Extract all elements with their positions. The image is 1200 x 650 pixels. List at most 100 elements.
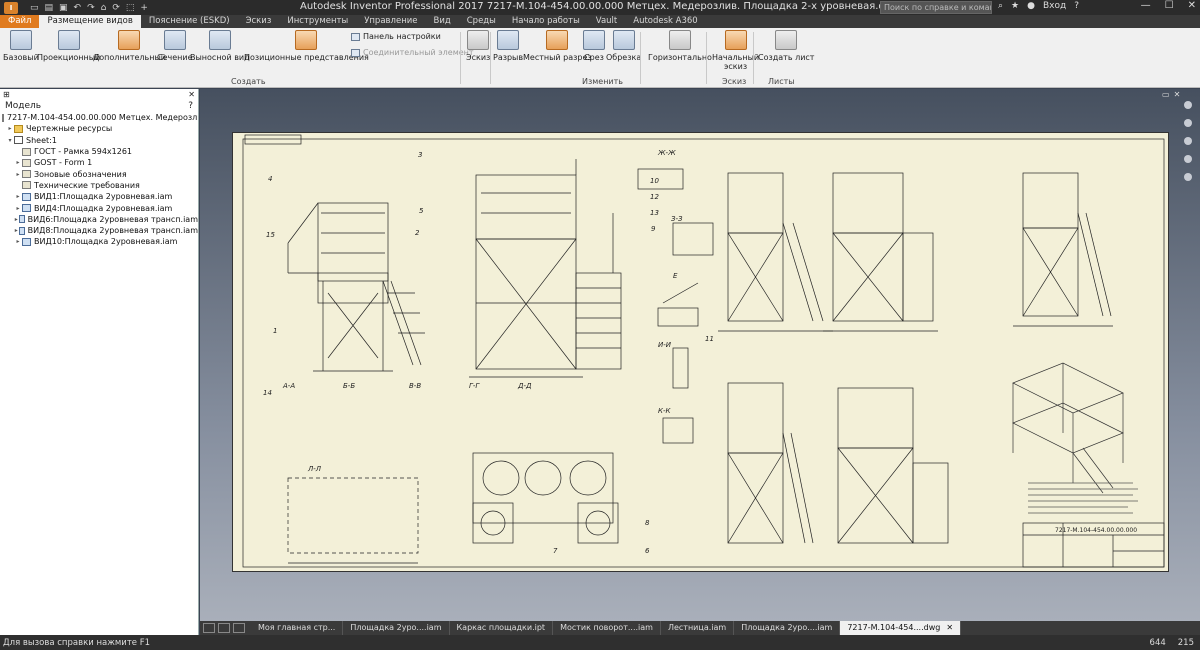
browser-node[interactable]: ▸ GOST - Form 1: [0, 157, 198, 168]
browser-node-label: ГОСТ - Рамка 594x1261: [34, 147, 133, 157]
sketch-button[interactable]: Эскиз: [466, 30, 490, 62]
doc-tab-drawing[interactable]: 7217-М.104-454....dwg ✕: [840, 621, 962, 635]
expander-icon[interactable]: ▸: [14, 171, 22, 178]
browser-node[interactable]: ▸ Чертежные ресурсы: [0, 123, 198, 134]
tab-sketch[interactable]: Эскиз: [238, 15, 280, 28]
connector-icon: [351, 48, 360, 57]
zoom-all-icon[interactable]: [1184, 155, 1192, 163]
browser-node[interactable]: ▸ ВИД6:Площадка 2уровневая трансп.iam: [0, 214, 198, 225]
expander-icon[interactable]: ▸: [14, 238, 22, 245]
crop-button[interactable]: Обрезка: [606, 30, 641, 62]
user-icon[interactable]: ●: [1027, 1, 1035, 11]
drawing-sheet[interactable]: А-А Б-Б В-В Г-Г Д-Д Л-Л Ж-Ж З-З И-И К-К …: [232, 132, 1169, 572]
tab-place-views[interactable]: Размещение видов: [39, 15, 141, 28]
horizontal-align-button[interactable]: Горизонтально: [648, 30, 712, 62]
full-nav-wheel-icon[interactable]: [1184, 101, 1192, 109]
minimize-button[interactable]: —: [1141, 0, 1151, 11]
doc-tab-frame-part[interactable]: Каркас площадки.ipt: [450, 621, 554, 635]
browser-node[interactable]: ▸ ВИД1:Площадка 2уровневая.iam: [0, 191, 198, 202]
browser-help-icon[interactable]: ?: [188, 101, 193, 111]
help-search-input[interactable]: Поиск по справке и командам: [880, 1, 992, 14]
doc-tab-platform-asm-2[interactable]: Площадка 2уро....iam: [734, 621, 841, 635]
label-ll: Л-Л: [307, 465, 322, 473]
tab-annotate[interactable]: Пояснение (ESKD): [141, 15, 238, 28]
doc-tab-home[interactable]: Моя главная стр...: [251, 621, 344, 635]
cascade-windows-icon[interactable]: [218, 623, 230, 633]
browser-node[interactable]: Технические требования: [0, 180, 198, 191]
projected-view-button[interactable]: Проекционный: [37, 30, 100, 62]
quick-access-toolbar: ▭ ▤ ▣ ↶ ↷ ⌂ ⟳ ⬚ +: [30, 3, 148, 13]
expander-icon[interactable]: ▸: [14, 205, 22, 212]
label-kk: К-К: [658, 407, 671, 415]
browser-node[interactable]: ▸ ВИД4:Площадка 2уровневая.iam: [0, 202, 198, 213]
tab-a360[interactable]: Autodesk A360: [625, 15, 705, 28]
expander-icon[interactable]: ▸: [14, 193, 22, 200]
close-button[interactable]: ✕: [1188, 0, 1196, 11]
base-view-button[interactable]: Базовый: [3, 30, 39, 62]
browser-filter-icon[interactable]: ⊞: [3, 90, 10, 99]
doc-icon: [22, 147, 31, 156]
zoom-icon[interactable]: [1184, 137, 1192, 145]
add-icon[interactable]: +: [140, 3, 148, 13]
select-icon[interactable]: ⬚: [126, 3, 135, 13]
tile-windows-icon[interactable]: [203, 623, 215, 633]
sheet-icon: [14, 136, 23, 145]
view-5-right: [1013, 172, 1113, 327]
browser-node[interactable]: ▸ ВИД8:Площадка 2уровневая трансп.iam: [0, 225, 198, 236]
graphics-window[interactable]: ▭ ✕ А-А Б-Б В-В Г-Г Д-Д Л-Л Ж-Ж З-З И-И …: [200, 89, 1200, 621]
tab-list-icon[interactable]: [233, 623, 245, 633]
expander-icon[interactable]: ▸: [6, 125, 14, 132]
browser-title[interactable]: Модель: [5, 101, 41, 111]
browser-close-button[interactable]: ✕: [188, 90, 195, 99]
connector-button[interactable]: Соединительный элемент: [351, 48, 474, 57]
open-icon[interactable]: ▤: [45, 3, 54, 13]
tab-get-started[interactable]: Начало работы: [504, 15, 588, 28]
browser-node[interactable]: ▸ Зоновые обозначения: [0, 168, 198, 179]
home-icon[interactable]: ⌂: [101, 3, 107, 13]
slice-button[interactable]: Срез: [583, 30, 605, 62]
label-ii: И-И: [658, 341, 672, 349]
redo-icon[interactable]: ↷: [87, 3, 95, 13]
maximize-button[interactable]: ☐: [1165, 0, 1174, 11]
overlay-panel-button[interactable]: Панель настройки: [351, 32, 441, 41]
browser-node[interactable]: ▾ Sheet:1: [0, 135, 198, 146]
auxiliary-view-icon: [118, 30, 141, 50]
section-view-button[interactable]: Сечение: [157, 30, 193, 62]
doc-tab-platform-asm[interactable]: Площадка 2уро....iam: [343, 621, 450, 635]
expander-icon[interactable]: ▸: [14, 159, 22, 166]
close-view-icon[interactable]: ✕: [1174, 90, 1181, 99]
detail-view-button[interactable]: Выносной вид: [190, 30, 250, 62]
break-button[interactable]: Разрыв: [493, 30, 523, 62]
browser-node[interactable]: ▸ ВИД10:Площадка 2уровневая.iam: [0, 236, 198, 247]
local-section-button[interactable]: Местный разрез: [523, 30, 592, 62]
help-icon[interactable]: ?: [1074, 1, 1079, 11]
tab-manage[interactable]: Управление: [356, 15, 425, 28]
search-icon[interactable]: ⌕: [998, 1, 1003, 11]
restore-icon[interactable]: ▭: [1162, 90, 1170, 99]
expander-icon[interactable]: ▾: [6, 137, 14, 144]
label-zz: З-З: [671, 215, 683, 223]
close-tab-icon[interactable]: ✕: [946, 623, 953, 632]
callout-13: 13: [650, 209, 659, 217]
tab-tools[interactable]: Инструменты: [279, 15, 356, 28]
tab-vault[interactable]: Vault: [588, 15, 625, 28]
new-icon[interactable]: ▭: [30, 3, 39, 13]
star-icon[interactable]: ★: [1011, 1, 1019, 11]
tab-environments[interactable]: Среды: [459, 15, 504, 28]
pan-icon[interactable]: [1184, 119, 1192, 127]
look-at-icon[interactable]: [1184, 173, 1192, 181]
doc-tab-ladder-asm[interactable]: Лестница.iam: [661, 621, 735, 635]
save-icon[interactable]: ▣: [59, 3, 68, 13]
browser-node[interactable]: ГОСТ - Рамка 594x1261: [0, 146, 198, 157]
title-block-code: 7217-М.104-454.00.00.000: [1055, 527, 1137, 534]
browser-node[interactable]: 7217-М.104-454.00.00.000 Метцех. Медероз…: [0, 112, 198, 123]
tab-file[interactable]: Файл: [0, 15, 40, 28]
sign-in-link[interactable]: Вход: [1043, 1, 1066, 11]
undo-icon[interactable]: ↶: [74, 3, 82, 13]
update-icon[interactable]: ⟳: [112, 3, 120, 13]
new-sheet-button[interactable]: Создать лист: [758, 30, 814, 62]
tab-view[interactable]: Вид: [426, 15, 459, 28]
doc-tab-bridge-asm[interactable]: Мостик поворот....iam: [553, 621, 661, 635]
auxiliary-view-button[interactable]: Дополнительный: [93, 30, 166, 62]
app-icon[interactable]: I: [4, 1, 18, 14]
